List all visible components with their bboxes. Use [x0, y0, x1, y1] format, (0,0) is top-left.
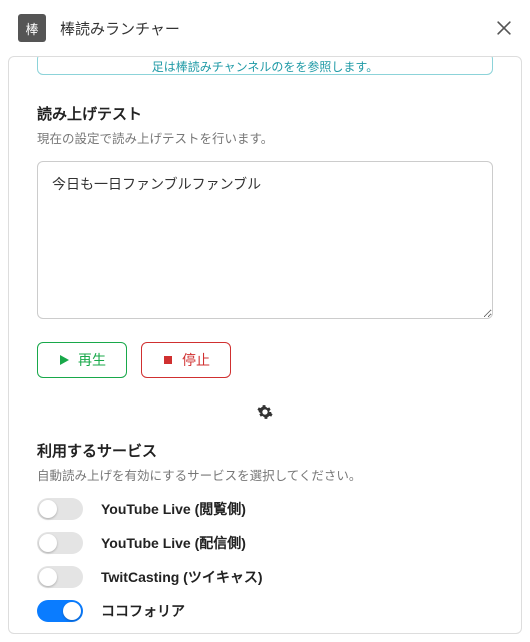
- scroll-area[interactable]: 足は棒読みチャンネルのをを参照します。 読み上げテスト 現在の設定で読み上げテス…: [9, 57, 521, 633]
- service-item-cocofolia: ココフォリア: [37, 600, 493, 622]
- app-icon: 棒: [18, 14, 46, 42]
- test-section: 読み上げテスト 現在の設定で読み上げテストを行います。 今日も一日ファンブルファ…: [37, 103, 493, 378]
- service-toggle[interactable]: [37, 532, 83, 554]
- dialog: 棒 棒読みランチャー 足は棒読みチャンネルのをを参照します。 読み上げテスト 現…: [0, 0, 530, 642]
- service-label: YouTube Live (閲覧側): [101, 499, 246, 519]
- button-row: 再生 停止: [37, 342, 493, 378]
- service-toggle[interactable]: [37, 600, 83, 622]
- toggle-knob: [39, 534, 57, 552]
- dialog-title: 棒読みランチャー: [60, 18, 480, 39]
- gear-icon: [257, 404, 273, 420]
- services-section-desc: 自動読み上げを有効にするサービスを選択してください。: [37, 465, 493, 484]
- toggle-knob: [39, 500, 57, 518]
- service-item-youtube-streamer: YouTube Live (配信側): [37, 532, 493, 554]
- service-label: YouTube Live (配信側): [101, 533, 246, 553]
- stop-label: 停止: [182, 350, 210, 370]
- stop-button[interactable]: 停止: [141, 342, 231, 378]
- toggle-knob: [63, 602, 81, 620]
- notice-text: 足は棒読みチャンネルのをを参照します。: [152, 60, 378, 74]
- service-item-youtube-viewer: YouTube Live (閲覧側): [37, 498, 493, 520]
- stop-icon: [162, 354, 174, 366]
- close-button[interactable]: [494, 18, 514, 38]
- notice-box: 足は棒読みチャンネルのをを参照します。: [37, 57, 493, 75]
- service-list: YouTube Live (閲覧側) YouTube Live (配信側) Tw…: [37, 498, 493, 622]
- services-section-title: 利用するサービス: [37, 440, 493, 461]
- test-section-title: 読み上げテスト: [37, 103, 493, 124]
- content-card: 足は棒読みチャンネルのをを参照します。 読み上げテスト 現在の設定で読み上げテス…: [8, 56, 522, 634]
- close-icon: [494, 18, 514, 38]
- service-label: TwitCasting (ツイキャス): [101, 567, 263, 587]
- play-icon: [58, 354, 70, 366]
- test-textarea[interactable]: 今日も一日ファンブルファンブル: [37, 161, 493, 319]
- settings-gear-row[interactable]: [37, 404, 493, 420]
- toggle-knob: [39, 568, 57, 586]
- service-toggle[interactable]: [37, 498, 83, 520]
- test-section-desc: 現在の設定で読み上げテストを行います。: [37, 128, 493, 147]
- content-outer: 足は棒読みチャンネルのをを参照します。 読み上げテスト 現在の設定で読み上げテス…: [0, 56, 530, 642]
- service-toggle[interactable]: [37, 566, 83, 588]
- play-label: 再生: [78, 350, 106, 370]
- play-button[interactable]: 再生: [37, 342, 127, 378]
- service-item-twitcasting: TwitCasting (ツイキャス): [37, 566, 493, 588]
- services-section: 利用するサービス 自動読み上げを有効にするサービスを選択してください。 YouT…: [37, 440, 493, 622]
- titlebar: 棒 棒読みランチャー: [0, 0, 530, 56]
- service-label: ココフォリア: [101, 601, 185, 621]
